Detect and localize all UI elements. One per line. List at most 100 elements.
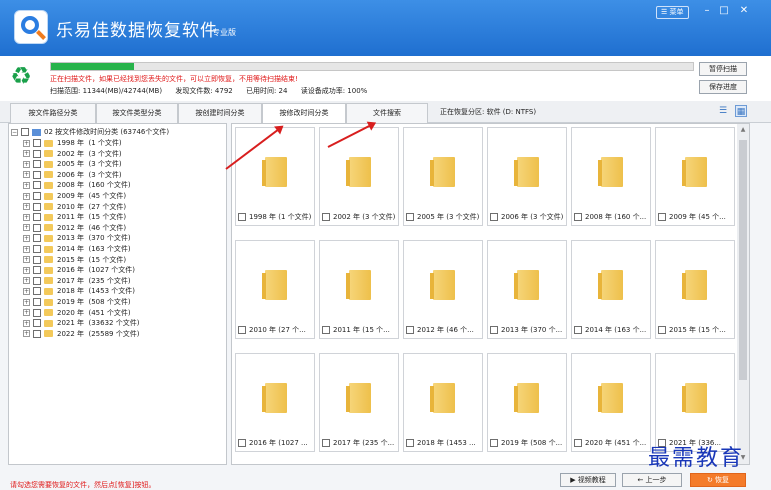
checkbox[interactable]: [33, 149, 41, 158]
folder-tile[interactable]: 2012 年 (46 个...: [403, 240, 483, 339]
expand-icon[interactable]: +: [23, 330, 30, 338]
folder-tile[interactable]: 2006 年 (3 个文件): [487, 127, 567, 226]
expand-icon[interactable]: +: [23, 160, 30, 168]
checkbox[interactable]: [33, 255, 41, 264]
tree-item[interactable]: +2021 年 (33632 个文件): [23, 318, 139, 328]
checkbox[interactable]: [574, 326, 582, 334]
tree-item[interactable]: +2020 年 (451 个文件): [23, 308, 131, 318]
grid-view-icon[interactable]: ▦: [735, 105, 747, 117]
folder-tile[interactable]: 2010 年 (27 个...: [235, 240, 315, 339]
expand-icon[interactable]: +: [23, 298, 30, 306]
checkbox[interactable]: [33, 276, 41, 285]
checkbox[interactable]: [238, 439, 246, 447]
checkbox[interactable]: [33, 170, 41, 179]
tab-by-modified[interactable]: 按修改时间分类: [262, 103, 346, 124]
tree-root[interactable]: − 02 按文件修改时间分类 (63746个文件): [11, 127, 169, 137]
tree-item[interactable]: +2015 年 (15 个文件): [23, 255, 126, 265]
expand-icon[interactable]: +: [23, 139, 30, 147]
menu-button[interactable]: ☰ 菜单: [656, 6, 689, 19]
folder-tile[interactable]: 1998 年 (1 个文件): [235, 127, 315, 226]
checkbox[interactable]: [490, 213, 498, 221]
tree-item[interactable]: +2019 年 (508 个文件): [23, 297, 131, 307]
tree-item[interactable]: +1998 年 (1 个文件): [23, 138, 122, 148]
checkbox[interactable]: [33, 287, 41, 296]
tree-item[interactable]: +2002 年 (3 个文件): [23, 149, 122, 159]
expand-icon[interactable]: +: [23, 224, 30, 232]
tree-item[interactable]: +2013 年 (370 个文件): [23, 233, 131, 243]
folder-tile[interactable]: 2019 年 (508 个...: [487, 353, 567, 452]
expand-icon[interactable]: +: [23, 213, 30, 221]
expand-icon[interactable]: +: [23, 234, 30, 242]
tab-by-path[interactable]: 按文件路径分类: [10, 103, 96, 123]
video-tutorial-button[interactable]: ▶ 视频教程: [560, 473, 616, 487]
checkbox[interactable]: [490, 439, 498, 447]
checkbox[interactable]: [33, 329, 41, 338]
expand-icon[interactable]: +: [23, 203, 30, 211]
expand-icon[interactable]: +: [23, 245, 30, 253]
checkbox[interactable]: [21, 128, 29, 136]
expand-icon[interactable]: +: [23, 287, 30, 295]
minimize-icon[interactable]: –: [700, 5, 714, 16]
tree-item[interactable]: +2022 年 (25589 个文件): [23, 329, 139, 339]
folder-tile[interactable]: 2014 年 (163 个...: [571, 240, 651, 339]
checkbox[interactable]: [33, 266, 41, 275]
folder-tile[interactable]: 2011 年 (15 个...: [319, 240, 399, 339]
checkbox[interactable]: [33, 139, 41, 147]
tree-item[interactable]: +2016 年 (1027 个文件): [23, 265, 135, 275]
checkbox[interactable]: [238, 326, 246, 334]
checkbox[interactable]: [33, 319, 41, 328]
expand-icon[interactable]: +: [23, 266, 30, 274]
save-progress-button[interactable]: 保存进度: [699, 80, 747, 94]
checkbox[interactable]: [574, 213, 582, 221]
tree-item[interactable]: +2018 年 (1453 个文件): [23, 286, 135, 296]
grid-scrollbar[interactable]: ▲ ▼: [737, 124, 749, 464]
checkbox[interactable]: [33, 245, 41, 253]
scroll-thumb[interactable]: [739, 140, 747, 380]
expand-icon[interactable]: +: [23, 277, 30, 285]
checkbox[interactable]: [33, 181, 41, 190]
folder-tile[interactable]: 2002 年 (3 个文件): [319, 127, 399, 226]
folder-tile[interactable]: 2009 年 (45 个...: [655, 127, 735, 226]
close-icon[interactable]: ✕: [737, 5, 751, 16]
list-view-icon[interactable]: ☰: [717, 105, 729, 117]
folder-tile[interactable]: 2005 年 (3 个文件): [403, 127, 483, 226]
tree-item[interactable]: +2005 年 (3 个文件): [23, 159, 122, 169]
checkbox[interactable]: [33, 234, 41, 243]
checkbox[interactable]: [33, 192, 41, 200]
expand-icon[interactable]: +: [23, 256, 30, 264]
checkbox[interactable]: [406, 439, 414, 447]
checkbox[interactable]: [574, 439, 582, 447]
tree-item[interactable]: +2009 年 (45 个文件): [23, 191, 126, 201]
checkbox[interactable]: [33, 223, 41, 232]
tab-file-search[interactable]: 文件搜索: [346, 103, 428, 123]
checkbox[interactable]: [33, 213, 41, 222]
tree-item[interactable]: +2006 年 (3 个文件): [23, 170, 122, 180]
expand-icon[interactable]: +: [23, 319, 30, 327]
checkbox[interactable]: [33, 202, 41, 211]
folder-tile[interactable]: 2020 年 (451 个...: [571, 353, 651, 452]
expand-icon[interactable]: +: [23, 192, 30, 200]
checkbox[interactable]: [33, 160, 41, 169]
tab-by-type[interactable]: 按文件类型分类: [96, 103, 178, 123]
checkbox[interactable]: [33, 298, 41, 306]
folder-tile[interactable]: 2018 年 (1453 ...: [403, 353, 483, 452]
tree-item[interactable]: +2008 年 (160 个文件): [23, 180, 131, 190]
checkbox[interactable]: [490, 326, 498, 334]
collapse-icon[interactable]: −: [11, 128, 18, 136]
folder-tile[interactable]: 2016 年 (1027 ...: [235, 353, 315, 452]
folder-tile[interactable]: 2015 年 (15 个...: [655, 240, 735, 339]
previous-step-button[interactable]: ← 上一步: [622, 473, 682, 487]
tab-by-created[interactable]: 按创建时间分类: [178, 103, 262, 123]
maximize-icon[interactable]: □: [717, 5, 731, 16]
checkbox[interactable]: [406, 326, 414, 334]
pause-scan-button[interactable]: 暂停扫描: [699, 62, 747, 76]
tree-item[interactable]: +2010 年 (27 个文件): [23, 202, 126, 212]
checkbox[interactable]: [33, 308, 41, 317]
checkbox[interactable]: [406, 213, 414, 221]
scroll-up-icon[interactable]: ▲: [737, 126, 749, 133]
tree-item[interactable]: +2017 年 (235 个文件): [23, 276, 131, 286]
folder-tile[interactable]: 2008 年 (160 个...: [571, 127, 651, 226]
folder-tile[interactable]: 2017 年 (235 个...: [319, 353, 399, 452]
checkbox[interactable]: [658, 326, 666, 334]
tree-item[interactable]: +2012 年 (46 个文件): [23, 223, 126, 233]
